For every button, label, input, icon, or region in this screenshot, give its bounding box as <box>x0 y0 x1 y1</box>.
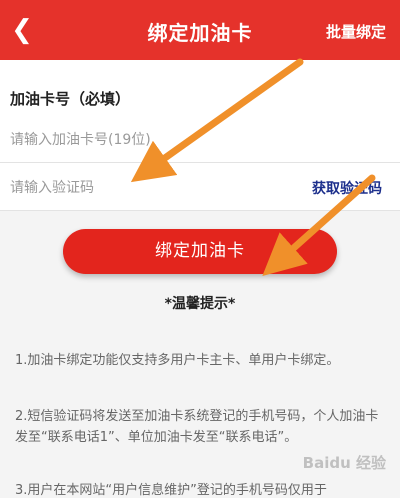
verification-code-input[interactable] <box>10 176 260 200</box>
tips-title: *温馨提示* <box>164 296 236 312</box>
back-button[interactable]: ❮ <box>6 13 38 47</box>
chevron-left-icon: ❮ <box>11 15 33 45</box>
bind-card-button[interactable]: 绑定加油卡 <box>63 229 337 274</box>
card-number-input[interactable] <box>10 128 380 152</box>
tip-item: 1.加油卡绑定功能仅支持多用户卡主卡、单用户卡绑定。 <box>15 353 340 368</box>
divider <box>0 162 400 163</box>
watermark: Baidu 经验 <box>302 454 386 472</box>
get-verification-code-button[interactable]: 获取验证码 <box>312 178 382 198</box>
card-number-label: 加油卡号（必填） <box>10 90 131 108</box>
bind-card-form: 加油卡号（必填） 获取验证码 <box>0 60 400 211</box>
divider <box>0 210 400 211</box>
tip-item: 3.用户在本网站“用户信息维护”登记的手机号码仅用于 <box>15 483 327 498</box>
page-title: 绑定加油卡 <box>147 21 253 45</box>
tip-item: 2.短信验证码将发送至加油卡系统登记的手机号码，个人加油卡发至“联系电话1”、单… <box>15 409 379 445</box>
top-app-bar: ❮ 绑定加油卡 批量绑定 <box>0 0 400 60</box>
batch-bind-button[interactable]: 批量绑定 <box>326 21 386 42</box>
